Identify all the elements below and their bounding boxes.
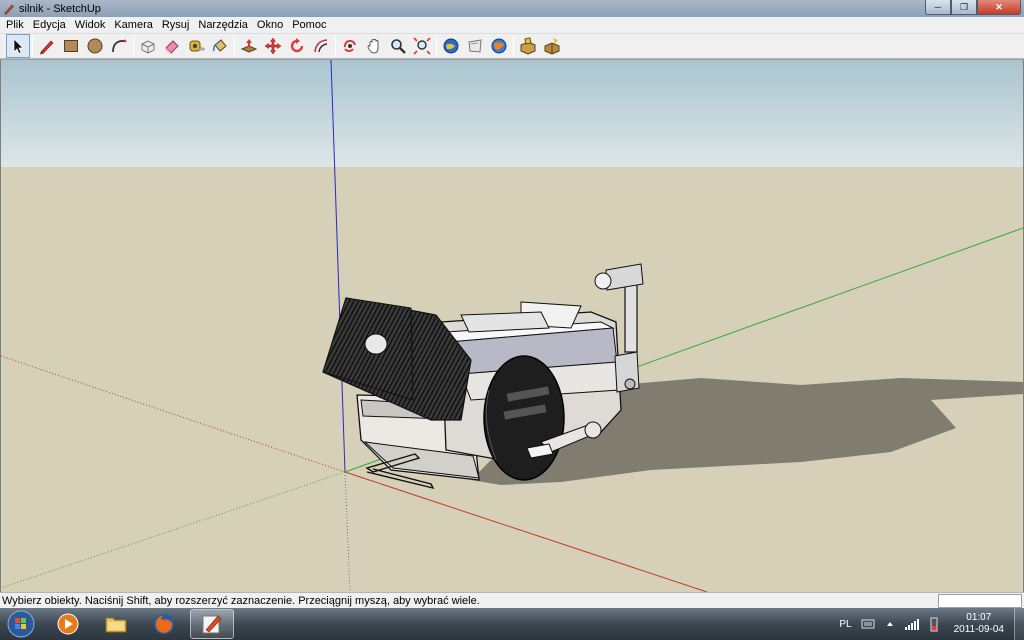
- keyboard-icon[interactable]: [860, 616, 876, 632]
- select-icon: [13, 38, 24, 54]
- push-pull-icon: [240, 39, 258, 53]
- offset-tool-button[interactable]: [309, 34, 333, 58]
- sandbox-icon: [544, 38, 560, 55]
- model-viewport[interactable]: [0, 60, 1024, 592]
- components-button[interactable]: [516, 34, 540, 58]
- menu-edycja[interactable]: Edycja: [30, 19, 69, 31]
- toolbar-separator: [133, 36, 134, 56]
- get-models-button[interactable]: [439, 34, 463, 58]
- line-tool-button[interactable]: [35, 34, 59, 58]
- start-button[interactable]: [4, 609, 38, 639]
- toolbar: [0, 34, 1024, 59]
- toolbar-separator: [436, 36, 437, 56]
- tape-measure-button[interactable]: [184, 34, 208, 58]
- pan-tool-button[interactable]: [362, 34, 386, 58]
- maximize-icon: ❐: [959, 1, 969, 12]
- sketchup-icon: [202, 615, 222, 634]
- menu-narzedzia[interactable]: Narzędzia: [195, 19, 251, 31]
- show-desktop-button[interactable]: [1014, 608, 1024, 640]
- window-title: silnik - SketchUp: [19, 2, 101, 15]
- circle-tool-button[interactable]: [83, 34, 107, 58]
- eraser-tool-button[interactable]: [160, 34, 184, 58]
- select-tool-button[interactable]: [6, 34, 30, 58]
- move-tool-button[interactable]: [261, 34, 285, 58]
- share-model-button[interactable]: [463, 34, 487, 58]
- taskbar-firefox[interactable]: [142, 609, 186, 639]
- orbit-tool-button[interactable]: [338, 34, 362, 58]
- menu-rysuj[interactable]: Rysuj: [159, 19, 193, 31]
- status-bar: Wybierz obiekty. Naciśnij Shift, aby roz…: [0, 592, 1024, 608]
- close-icon: ✕: [995, 1, 1003, 12]
- language-indicator[interactable]: PL: [839, 619, 851, 630]
- tape-measure-icon: [189, 40, 205, 52]
- start-orb-icon: [7, 610, 35, 638]
- minimize-button[interactable]: ─: [925, 0, 951, 15]
- viewport-canvas[interactable]: [1, 60, 1023, 592]
- menu-bar: Plik Edycja Widok Kamera Rysuj Narzędzia…: [0, 17, 1024, 34]
- toolbar-separator: [335, 36, 336, 56]
- taskbar-sketchup[interactable]: [190, 609, 234, 639]
- arc-icon: [112, 39, 127, 53]
- menu-pomoc[interactable]: Pomoc: [289, 19, 329, 31]
- rectangle-tool-button[interactable]: [59, 34, 83, 58]
- move-icon: [264, 37, 282, 55]
- clock-date: 2011-09-04: [953, 624, 1004, 635]
- maximize-button[interactable]: ❐: [951, 0, 977, 15]
- get-models-icon: [443, 38, 459, 54]
- sandbox-button[interactable]: [540, 34, 564, 58]
- pencil-line-icon: [40, 40, 54, 55]
- toolbar-separator: [32, 36, 33, 56]
- menu-widok[interactable]: Widok: [72, 19, 109, 31]
- circle-icon: [87, 38, 103, 54]
- show-hidden-icons[interactable]: [882, 616, 898, 632]
- rectangle-icon: [64, 40, 78, 52]
- zoom-extents-icon: [413, 37, 431, 55]
- network-signal-icon[interactable]: [904, 616, 920, 632]
- sky: [1, 60, 1023, 167]
- push-pull-button[interactable]: [237, 34, 261, 58]
- zoom-extents-button[interactable]: [410, 34, 434, 58]
- taskbar-file-explorer[interactable]: [94, 609, 138, 639]
- make-component-icon: [141, 40, 155, 54]
- zoom-icon: [391, 39, 406, 54]
- taskbar-media-player[interactable]: [46, 609, 90, 639]
- clock[interactable]: 01:07 2011-09-04: [954, 612, 1004, 636]
- title-bar[interactable]: silnik - SketchUp ─ ❐ ✕: [0, 0, 1024, 17]
- sketchup-pencil-icon: [4, 4, 14, 14]
- close-button[interactable]: ✕: [977, 0, 1021, 15]
- rotate-icon: [290, 38, 304, 53]
- clock-time: 01:07: [966, 612, 992, 623]
- paint-bucket-icon: [212, 39, 227, 52]
- measurements-box[interactable]: [938, 593, 1022, 608]
- arc-tool-button[interactable]: [107, 34, 131, 58]
- firefox-icon: [154, 614, 174, 634]
- menu-plik[interactable]: Plik: [3, 19, 27, 31]
- rotate-tool-button[interactable]: [285, 34, 309, 58]
- pan-icon: [367, 39, 379, 54]
- status-message: Wybierz obiekty. Naciśnij Shift, aby roz…: [2, 594, 480, 607]
- google-earth-icon: [491, 38, 507, 54]
- window-controls: ─ ❐ ✕: [925, 0, 1021, 15]
- toolbar-separator: [513, 36, 514, 56]
- orbit-icon: [343, 39, 356, 52]
- file-explorer-icon: [105, 617, 127, 633]
- eraser-icon: [165, 40, 179, 54]
- minimize-icon: ─: [934, 2, 942, 12]
- google-earth-button[interactable]: [487, 34, 511, 58]
- battery-warning-icon[interactable]: [926, 616, 942, 632]
- system-tray: PL 01:07 2011-09-04: [839, 608, 1024, 640]
- taskbar: PL 01:07 2011-09-04: [0, 608, 1024, 640]
- media-player-icon: [57, 613, 79, 635]
- paint-bucket-button[interactable]: [208, 34, 232, 58]
- toolbar-separator: [234, 36, 235, 56]
- zoom-tool-button[interactable]: [386, 34, 410, 58]
- components-icon: [520, 37, 536, 55]
- share-model-icon: [468, 39, 482, 53]
- menu-kamera[interactable]: Kamera: [111, 19, 156, 31]
- make-component-button[interactable]: [136, 34, 160, 58]
- offset-icon: [314, 39, 328, 53]
- menu-okno[interactable]: Okno: [254, 19, 286, 31]
